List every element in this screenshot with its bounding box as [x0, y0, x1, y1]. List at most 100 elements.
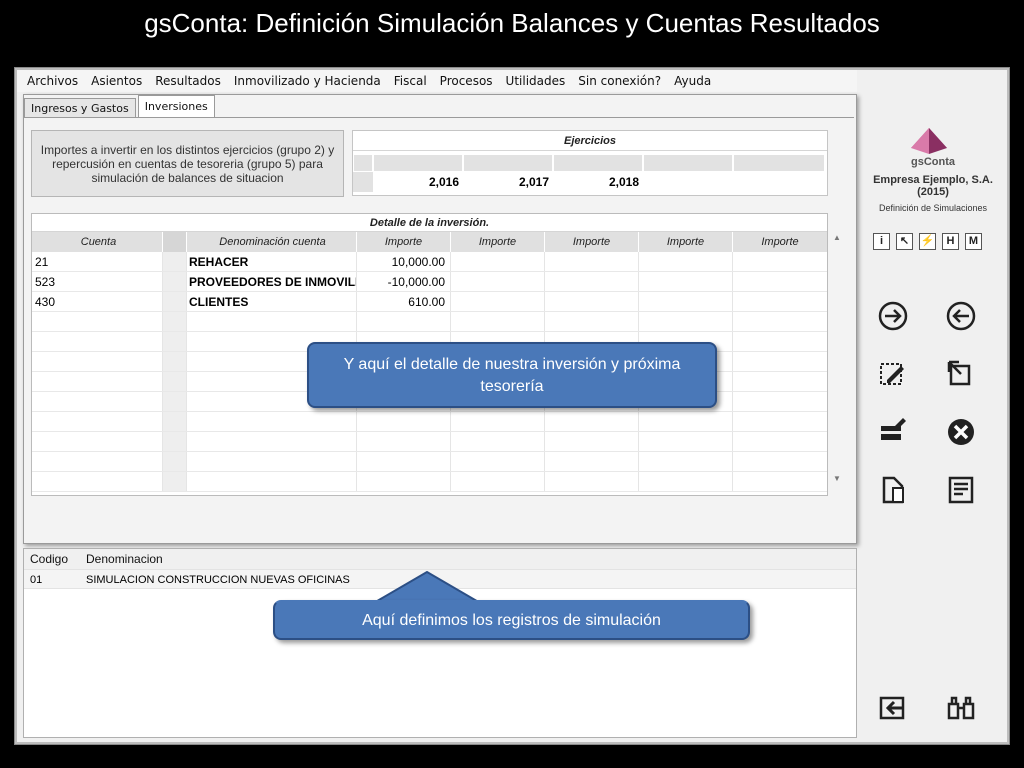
cell-denominacion[interactable]: CLIENTES	[187, 292, 357, 311]
cell-denominacion[interactable]	[187, 452, 357, 471]
cell-cuenta[interactable]: 523	[32, 272, 163, 291]
cell-importe[interactable]	[451, 312, 545, 331]
cell-importe[interactable]	[357, 472, 451, 491]
header-codigo[interactable]: Codigo	[24, 549, 80, 569]
menu-sin-conexion[interactable]: Sin conexión?	[578, 74, 661, 88]
m-icon[interactable]: M	[965, 233, 982, 250]
cell-importe[interactable]	[545, 452, 639, 471]
menu-ayuda[interactable]: Ayuda	[674, 74, 711, 88]
detalle-scrollbar[interactable]: ▲ ▼	[830, 233, 844, 495]
menu-asientos[interactable]: Asientos	[91, 74, 142, 88]
cell-importe[interactable]	[545, 432, 639, 451]
ejercicio-year[interactable]: 2,017	[463, 172, 553, 192]
menu-inmovilizado[interactable]: Inmovilizado y Hacienda	[234, 74, 381, 88]
header-importe[interactable]: Importe	[451, 232, 545, 252]
header-importe[interactable]: Importe	[545, 232, 639, 252]
menu-procesos[interactable]: Procesos	[440, 74, 493, 88]
cell-importe[interactable]	[733, 352, 827, 371]
scroll-down-icon[interactable]: ▼	[830, 474, 844, 483]
cell-importe[interactable]	[733, 392, 827, 411]
cell-importe[interactable]	[639, 292, 733, 311]
edit-list-icon[interactable]	[875, 414, 911, 450]
cell-cuenta[interactable]	[32, 392, 163, 411]
lightning-icon[interactable]: ⚡	[919, 233, 936, 250]
close-icon[interactable]	[943, 414, 979, 450]
cell-cuenta[interactable]: 430	[32, 292, 163, 311]
cell-denominacion[interactable]	[187, 432, 357, 451]
exit-icon[interactable]	[875, 690, 911, 726]
new-document-icon[interactable]	[875, 472, 911, 508]
cell-importe[interactable]	[733, 292, 827, 311]
ejercicio-year[interactable]	[643, 172, 733, 192]
cursor-icon[interactable]: ↖	[896, 233, 913, 250]
ejercicio-year[interactable]: 2,018	[553, 172, 643, 192]
binoculars-icon[interactable]	[943, 690, 979, 726]
cell-importe[interactable]	[733, 252, 827, 271]
cell-importe[interactable]	[639, 432, 733, 451]
menu-fiscal[interactable]: Fiscal	[394, 74, 427, 88]
cell-cuenta[interactable]	[32, 472, 163, 491]
cell-importe[interactable]	[733, 272, 827, 291]
tab-inversiones[interactable]: Inversiones	[137, 95, 215, 117]
table-row[interactable]: 21 REHACER 10,000.00	[32, 252, 827, 272]
next-arrow-icon[interactable]	[875, 298, 911, 334]
table-row[interactable]	[32, 412, 827, 432]
cell-cuenta[interactable]	[32, 452, 163, 471]
cell-importe[interactable]: -10,000.00	[357, 272, 451, 291]
cell-cuenta[interactable]	[32, 432, 163, 451]
menu-resultados[interactable]: Resultados	[155, 74, 221, 88]
table-row[interactable]: 430 CLIENTES 610.00	[32, 292, 827, 312]
cell-importe[interactable]	[639, 252, 733, 271]
cell-importe[interactable]: 10,000.00	[357, 252, 451, 271]
menu-utilidades[interactable]: Utilidades	[506, 74, 566, 88]
cell-cuenta[interactable]: 21	[32, 252, 163, 271]
ejercicio-year[interactable]: 2,016	[373, 172, 463, 192]
cell-importe[interactable]	[733, 412, 827, 431]
cell-importe[interactable]	[639, 452, 733, 471]
cell-importe[interactable]	[733, 432, 827, 451]
cell-importe[interactable]	[733, 312, 827, 331]
cell-importe[interactable]	[357, 452, 451, 471]
cell-denominacion[interactable]	[187, 472, 357, 491]
cell-importe[interactable]	[639, 472, 733, 491]
cell-importe[interactable]	[733, 452, 827, 471]
cell-importe[interactable]	[545, 272, 639, 291]
cell-importe[interactable]	[357, 432, 451, 451]
cell-importe[interactable]	[357, 412, 451, 431]
cell-cuenta[interactable]	[32, 332, 163, 351]
cell-denominacion[interactable]: REHACER	[187, 252, 357, 271]
cell-importe[interactable]	[451, 412, 545, 431]
cell-importe[interactable]	[545, 252, 639, 271]
header-cuenta[interactable]: Cuenta	[32, 232, 163, 252]
cell-importe[interactable]	[451, 472, 545, 491]
cell-importe[interactable]	[733, 332, 827, 351]
cell-importe[interactable]	[451, 272, 545, 291]
cell-importe[interactable]	[451, 252, 545, 271]
cell-importe[interactable]	[639, 312, 733, 331]
previous-arrow-icon[interactable]	[943, 298, 979, 334]
cell-cuenta[interactable]	[32, 372, 163, 391]
header-importe[interactable]: Importe	[639, 232, 733, 252]
cell-denominacion[interactable]: PROVEEDORES DE INMOVILIZ	[187, 272, 357, 291]
cell-cuenta[interactable]	[32, 352, 163, 371]
cell-importe[interactable]	[545, 472, 639, 491]
tab-ingresos-gastos[interactable]: Ingresos y Gastos	[24, 98, 136, 117]
info-icon[interactable]: i	[873, 233, 890, 250]
scroll-up-icon[interactable]: ▲	[830, 233, 844, 242]
header-importe[interactable]: Importe	[733, 232, 827, 252]
table-row[interactable]	[32, 432, 827, 452]
export-icon[interactable]	[943, 356, 979, 392]
cell-cuenta[interactable]	[32, 412, 163, 431]
cell-importe[interactable]	[545, 312, 639, 331]
cell-denominacion[interactable]	[187, 312, 357, 331]
h-icon[interactable]: H	[942, 233, 959, 250]
menu-archivos[interactable]: Archivos	[27, 74, 78, 88]
cell-importe[interactable]	[639, 412, 733, 431]
report-icon[interactable]	[943, 472, 979, 508]
cell-importe[interactable]: 610.00	[357, 292, 451, 311]
cell-importe[interactable]	[733, 472, 827, 491]
cell-importe[interactable]	[451, 452, 545, 471]
cell-importe[interactable]	[639, 272, 733, 291]
cell-importe[interactable]	[357, 312, 451, 331]
cell-denominacion[interactable]	[187, 412, 357, 431]
